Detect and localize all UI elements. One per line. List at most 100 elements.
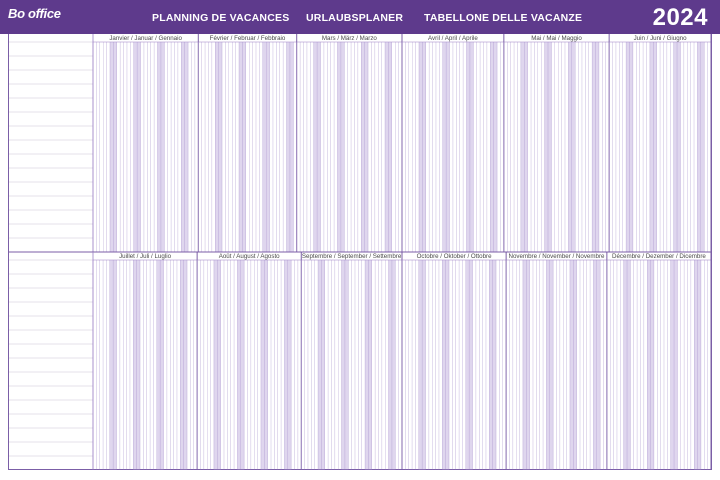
year-label: 2024 [652,4,708,31]
weekend-column [160,42,165,252]
weekend-column [113,260,117,470]
weekend-column [213,260,218,470]
weekend-column [670,260,675,470]
weekend-column [260,260,265,470]
weekend-column [361,42,365,252]
weekend-column [694,260,698,470]
weekend-column [546,260,550,470]
weekend-column [445,260,450,470]
weekend-column [469,42,474,252]
month-label: Octobre / Oktober / Ottobre [417,253,493,260]
month-label: Juillet / Juli / Luglio [119,253,171,260]
weekend-column [341,260,345,470]
weekend-column [337,42,341,252]
weekend-column [492,260,497,470]
weekend-column [697,260,701,470]
weekend-column [442,260,446,470]
weekend-column [568,42,572,252]
weekend-column [677,42,681,252]
weekend-column [418,260,423,470]
weekend-column [181,42,185,252]
weekend-column [318,260,322,470]
weekend-column [650,260,654,470]
weekend-column [157,42,161,252]
weekend-column [674,260,678,470]
weekend-column [697,42,701,252]
weekend-column [217,260,221,470]
weekend-column [596,260,601,470]
weekend-column [524,42,528,252]
month-label: Février / Februar / Febbraio [210,35,286,42]
weekend-column [109,260,114,470]
month-label: Septembre / September / Settembre [302,253,402,260]
weekend-column [418,42,423,252]
planner-svg: Janvier / Januar / Gennaio Février / Febr… [9,34,711,470]
weekend-column [160,260,164,470]
weekend-column [548,42,552,252]
weekend-column [242,42,246,252]
month-label: Juin / Juni / Giugno [634,35,688,42]
weekend-column [446,42,450,252]
weekend-column [136,260,141,470]
weekend-column [239,42,243,252]
weekend-column [653,42,657,252]
header-band: Bo office PLANNING DE VACANCES URLAUBSPL… [0,0,720,34]
weekend-column [364,42,369,252]
weekend-column [569,260,574,470]
weekend-column [595,42,599,252]
month-label: Décembre / Dezember / Dicembre [612,253,706,260]
weekend-column [544,42,549,252]
weekend-column [592,42,596,252]
title-french: PLANNING DE VACANCES [152,12,290,24]
weekend-column [262,42,267,252]
weekend-column [522,260,527,470]
weekend-column [700,42,705,252]
month-label: Août / August / Agosto [219,253,280,260]
vacation-planner-grid: Janvier / Januar / Gennaio Février / Febr… [8,34,712,470]
weekend-column [289,42,294,252]
weekend-column [109,42,114,252]
weekend-column [286,42,290,252]
weekend-column [422,42,426,252]
weekend-column [388,42,392,252]
weekend-column [284,260,288,470]
weekend-column [183,260,188,470]
weekend-column [573,260,577,470]
weekend-column [287,260,292,470]
weekend-column [133,42,138,252]
weekend-column [266,42,270,252]
weekend-column [629,42,633,252]
weekend-column [422,260,426,470]
month-label: Mars / März / Marzo [322,35,378,42]
weekend-column [442,42,447,252]
weekend-column [391,260,396,470]
weekend-column [340,42,345,252]
title-italian: TABELLONE DELLE VACANZE [424,12,583,24]
month-label: Novembre / November / Novembre [509,253,605,260]
weekend-column [469,260,473,470]
weekend-column [490,42,494,252]
title-german: URLAUBSPLANER [306,12,404,24]
weekend-column [626,42,630,252]
weekend-column [571,42,576,252]
month-label: Janvier / Januar / Gennaio [109,35,182,42]
weekend-column [385,42,389,252]
weekend-column [317,42,321,252]
weekend-column [218,42,223,252]
weekend-column [593,260,597,470]
weekend-column [321,260,325,470]
weekend-column [493,42,498,252]
weekend-column [647,260,651,470]
weekend-column [133,260,137,470]
weekend-column [627,260,631,470]
weekend-column [180,260,184,470]
weekend-column [344,260,349,470]
weekend-column [156,260,161,470]
weekend-column [137,42,141,252]
weekend-column [264,260,268,470]
weekend-column [465,260,470,470]
weekend-column [237,260,241,470]
weekend-column [520,42,525,252]
weekend-column [673,42,678,252]
weekend-column [240,260,245,470]
